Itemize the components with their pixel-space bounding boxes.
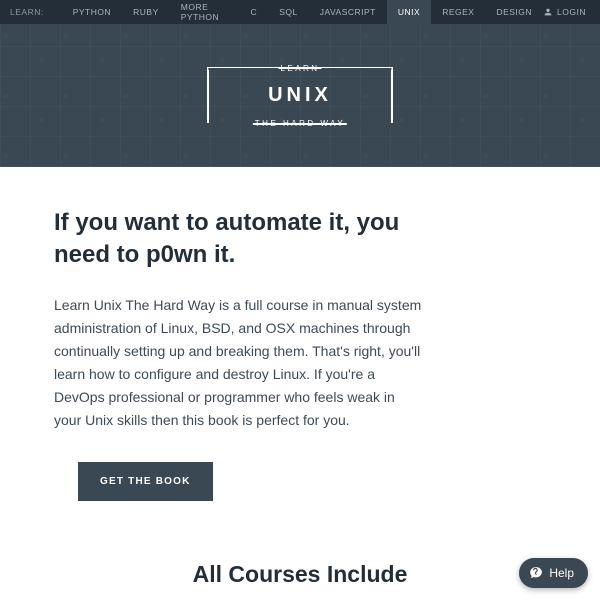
login-button[interactable]: LOGIN: [543, 7, 586, 17]
help-icon: [529, 566, 543, 580]
nav-item-regex[interactable]: REGEX: [431, 0, 485, 24]
nav-item-unix[interactable]: UNIX: [387, 0, 431, 24]
help-widget[interactable]: Help: [519, 558, 588, 588]
get-book-button[interactable]: GET THE BOOK: [78, 462, 213, 501]
nav-item-c[interactable]: C: [240, 0, 269, 24]
nav-item-ruby[interactable]: RUBY: [122, 0, 170, 24]
section-title: All Courses Include: [0, 561, 600, 588]
hero-top-label: LEARN: [274, 64, 325, 73]
courses-include-section: All Courses Include: [0, 531, 600, 588]
main-content: If you want to automate it, you need to …: [0, 167, 600, 531]
login-label: LOGIN: [557, 7, 586, 17]
nav-item-javascript[interactable]: JAVASCRIPT: [309, 0, 387, 24]
user-icon: [543, 7, 553, 17]
description: Learn Unix The Hard Way is a full course…: [54, 294, 424, 433]
headline: If you want to automate it, you need to …: [54, 207, 454, 272]
hero-bottom-label: THE HARD WAY: [249, 119, 351, 128]
hero-title: UNIX: [268, 84, 332, 107]
nav-item-python[interactable]: PYTHON: [62, 0, 122, 24]
hero-frame: LEARN UNIX THE HARD WAY: [207, 67, 393, 125]
hero-banner: LEARN UNIX THE HARD WAY: [0, 24, 600, 167]
help-label: Help: [549, 566, 574, 580]
top-navbar: LEARN: PYTHON RUBY MORE PYTHON C SQL JAV…: [0, 0, 600, 24]
nav-prefix-label: LEARN:: [10, 7, 44, 17]
nav-items: PYTHON RUBY MORE PYTHON C SQL JAVASCRIPT…: [62, 0, 543, 24]
nav-item-sql[interactable]: SQL: [268, 0, 309, 24]
nav-item-design[interactable]: DESIGN: [485, 0, 543, 24]
nav-item-more-python[interactable]: MORE PYTHON: [170, 0, 240, 24]
